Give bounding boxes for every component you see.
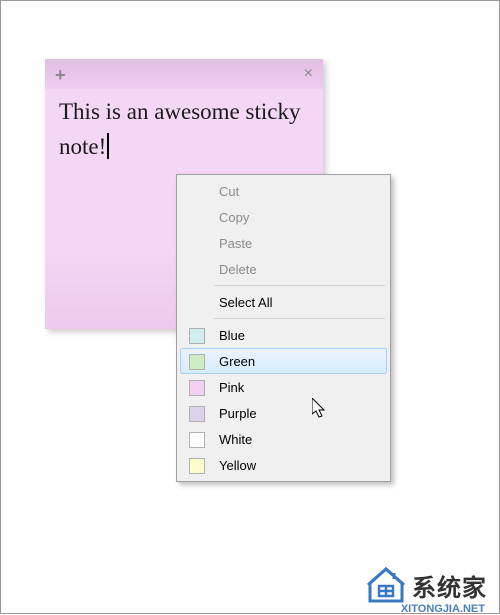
menu-color-label: Green (219, 354, 255, 369)
menu-color-purple[interactable]: Purple (180, 400, 387, 426)
menu-color-white[interactable]: White (180, 426, 387, 452)
menu-separator (214, 285, 385, 286)
note-header: + × (45, 59, 323, 89)
menu-color-label: Purple (219, 406, 257, 421)
menu-cut[interactable]: Cut (180, 178, 387, 204)
menu-color-label: Yellow (219, 458, 256, 473)
add-note-button[interactable]: + (55, 65, 66, 86)
menu-color-pink[interactable]: Pink (180, 374, 387, 400)
watermark-url: XITONGJIA.NET (401, 603, 485, 615)
color-swatch-icon (189, 328, 205, 344)
menu-delete[interactable]: Delete (180, 256, 387, 282)
menu-color-blue[interactable]: Blue (180, 322, 387, 348)
menu-color-green[interactable]: Green (180, 348, 387, 374)
color-swatch-icon (189, 458, 205, 474)
color-swatch-icon (189, 432, 205, 448)
note-text-area[interactable]: This is an awesome sticky note! (45, 89, 323, 170)
menu-color-yellow[interactable]: Yellow (180, 452, 387, 478)
context-menu: Cut Copy Paste Delete Select All Blue Gre… (176, 174, 391, 482)
watermark-brand: 系统家 (412, 568, 487, 603)
menu-select-all[interactable]: Select All (180, 289, 387, 315)
close-note-button[interactable]: × (304, 65, 313, 83)
color-swatch-icon (189, 354, 205, 370)
house-icon (366, 567, 406, 603)
color-swatch-icon (189, 406, 205, 422)
color-swatch-icon (189, 380, 205, 396)
menu-copy[interactable]: Copy (180, 204, 387, 230)
menu-separator (214, 318, 385, 319)
menu-color-label: Blue (219, 328, 245, 343)
note-text: This is an awesome sticky note! (59, 99, 300, 159)
watermark: 系统家 (366, 567, 487, 603)
menu-color-label: Pink (219, 380, 244, 395)
menu-color-label: White (219, 432, 252, 447)
text-cursor (107, 133, 109, 159)
menu-paste[interactable]: Paste (180, 230, 387, 256)
